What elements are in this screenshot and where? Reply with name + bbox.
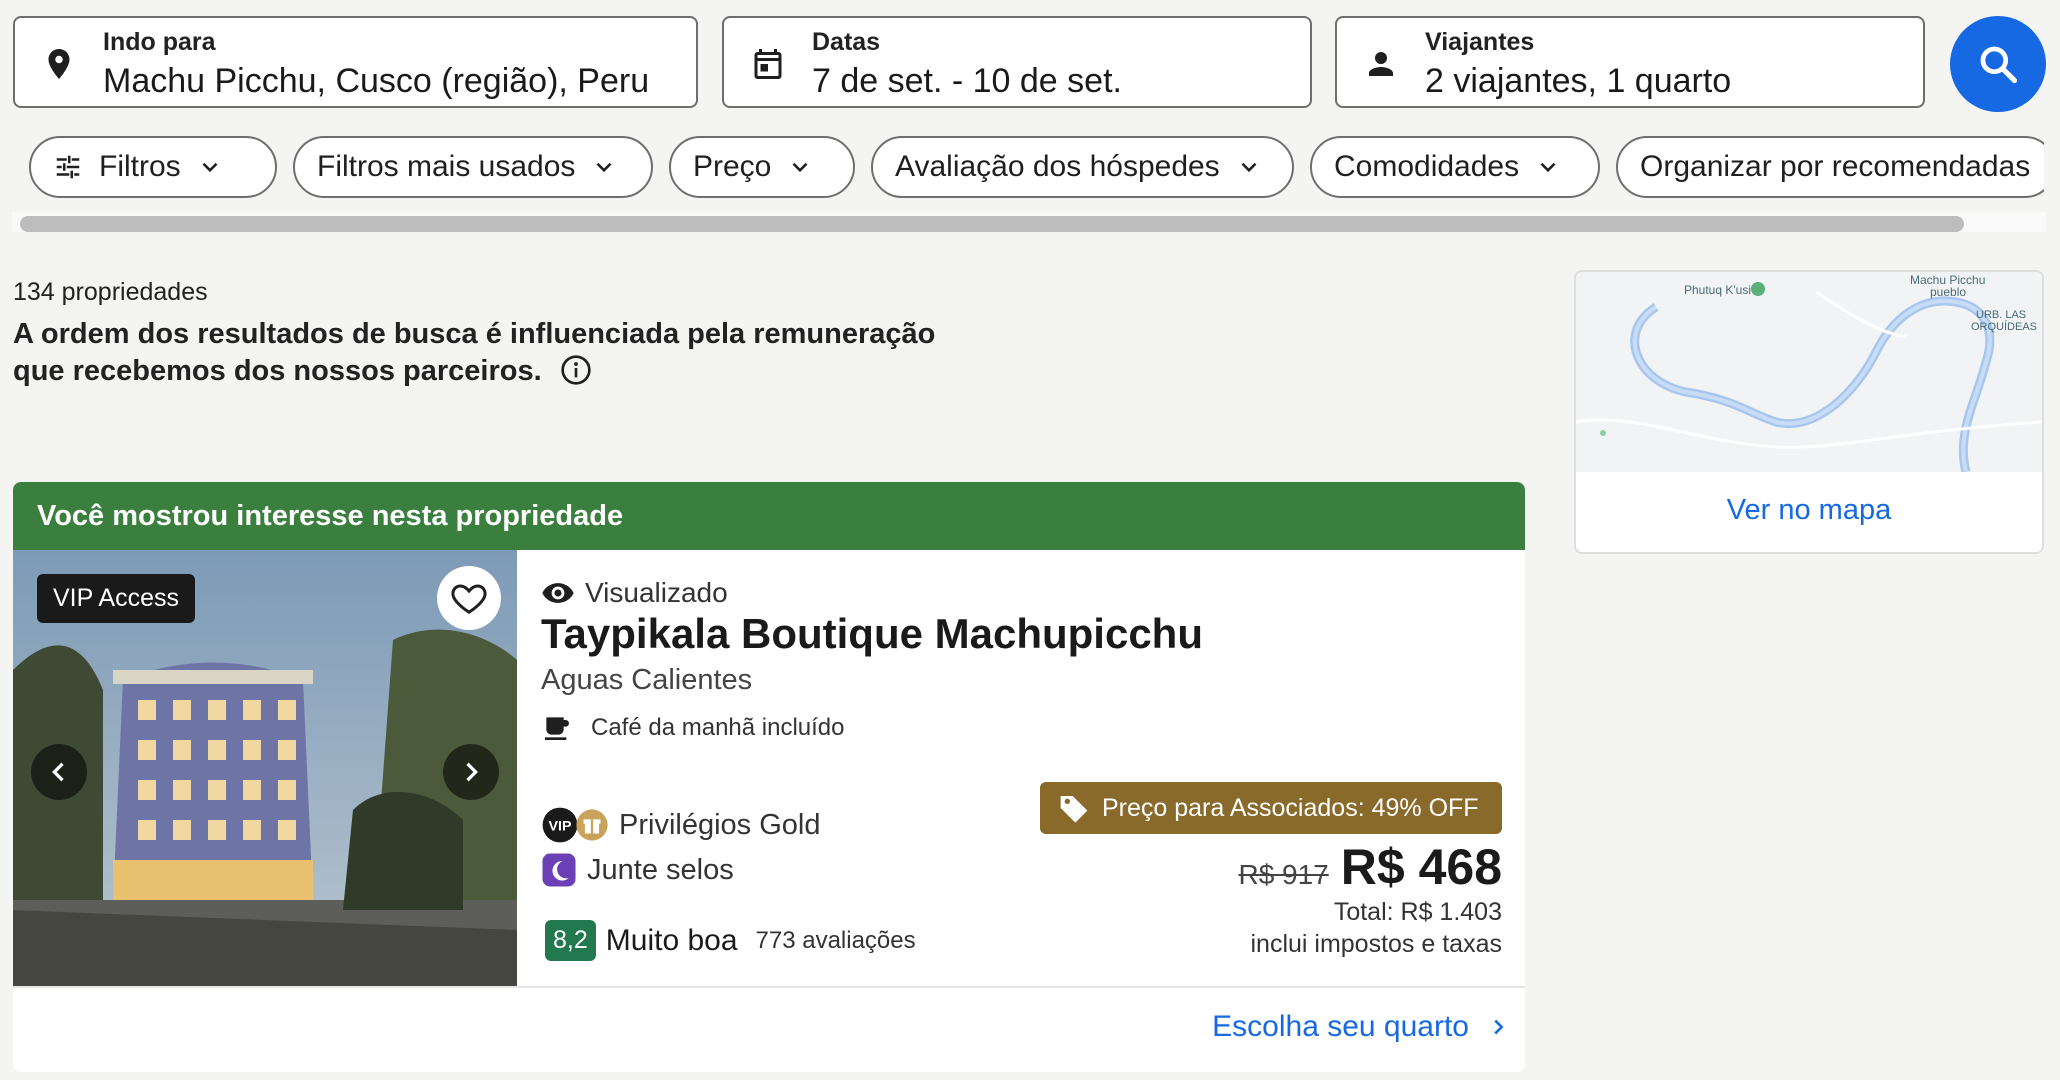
search-icon (1980, 46, 2018, 84)
chevron-down-icon (1241, 162, 1257, 173)
hotel-name[interactable]: Taypikala Boutique Machupicchu (541, 610, 1203, 658)
original-price: R$ 917 (1238, 859, 1329, 890)
filters-chip-label: Filtros (99, 150, 181, 183)
price-chip-label: Preço (693, 150, 772, 183)
info-icon[interactable] (560, 354, 592, 386)
popular-filters-label: Filtros mais usados (317, 150, 576, 183)
property-card[interactable]: Você mostrou interesse nesta propriedade (13, 482, 1525, 1072)
card-divider (13, 986, 1525, 988)
hotel-location: Aguas Calientes (541, 664, 753, 696)
amenities-label: Comodidades (1334, 150, 1520, 183)
popular-filters-chip[interactable]: Filtros mais usados (293, 136, 653, 198)
favorite-button[interactable] (437, 566, 501, 630)
map-card[interactable]: Phutuq K'usi Machu Picchu pueblo URB. LA… (1574, 270, 2044, 554)
price-row: R$ 917 R$ 468 (1238, 838, 1502, 896)
eye-icon (542, 583, 574, 603)
sort-chip[interactable]: Organizar por recomendadas (1616, 136, 2044, 198)
gold-label: Privilégios Gold (619, 808, 821, 841)
search-button[interactable] (1950, 16, 2046, 112)
disclaimer-text: A ordem dos resultados de busca é influe… (13, 318, 936, 387)
amenities-chip[interactable]: Comodidades (1310, 136, 1600, 198)
dates-field[interactable]: Datas 7 de set. - 10 de set. (722, 16, 1312, 108)
taxes-note: inclui impostos e taxas (1250, 930, 1502, 958)
map-preview[interactable]: Phutuq K'usi Machu Picchu pueblo URB. LA… (1576, 272, 2042, 474)
chevron-down-icon (202, 162, 218, 173)
view-on-map-link[interactable]: Ver no mapa (1576, 494, 2042, 527)
gold-privileges: VIP Privilégios Gold (541, 806, 820, 844)
breakfast-label: Café da manhã incluído (591, 714, 845, 741)
calendar-icon (754, 49, 782, 79)
chevron-down-icon (597, 162, 612, 173)
map-label-urb-1: URB. LAS (1976, 309, 2026, 321)
total-price: Total: R$ 1.403 (1333, 898, 1502, 926)
destination-value: Machu Picchu, Cusco (região), Peru (103, 62, 650, 100)
interest-banner: Você mostrou interesse nesta propriedade (13, 482, 1525, 550)
vip-mini-text: VIP (549, 819, 572, 835)
travelers-field[interactable]: Viajantes 2 viajantes, 1 quarto (1335, 16, 1925, 108)
heart-icon (451, 584, 487, 614)
travelers-value: 2 viajantes, 1 quarto (1425, 62, 1732, 100)
collect-stamps: Junte selos (541, 852, 734, 888)
chevron-right-icon (466, 762, 478, 782)
sliders-icon (56, 155, 80, 179)
guest-rating: 8,2 Muito boa 773 avaliações (545, 920, 916, 961)
destination-field[interactable]: Indo para Machu Picchu, Cusco (região), … (13, 16, 698, 108)
viewed-indicator: Visualizado (541, 576, 728, 610)
rating-count[interactable]: 773 avaliações (756, 927, 916, 955)
dates-label: Datas (812, 28, 881, 56)
filter-bar: Filtros Filtros mais usados Preço Avalia… (0, 134, 2044, 202)
previous-photo-button[interactable] (31, 744, 87, 800)
choose-room-link[interactable]: Escolha seu quarto (1212, 1010, 1509, 1044)
rating-label: Muito boa (605, 923, 738, 957)
guest-rating-label: Avaliação dos hóspedes (895, 150, 1220, 183)
gift-icon (576, 809, 608, 841)
chevron-down-icon (792, 162, 808, 173)
chevron-down-icon (1540, 162, 1556, 173)
viewed-label: Visualizado (585, 577, 728, 608)
stamps-label: Junte selos (587, 853, 734, 886)
choose-room-label: Escolha seu quarto (1212, 1010, 1469, 1043)
results-count: 134 propriedades (13, 278, 208, 306)
tag-icon (1060, 796, 1088, 823)
location-pin-icon (48, 49, 70, 79)
map-label-phutuq: Phutuq K'usi (1684, 283, 1751, 297)
chevron-right-icon (1494, 1019, 1504, 1035)
guest-rating-chip[interactable]: Avaliação dos hóspedes (871, 136, 1294, 198)
chevron-left-icon (52, 762, 64, 782)
moon-icon (542, 853, 576, 887)
breakfast-amenity: Café da manhã incluído (541, 712, 845, 744)
next-photo-button[interactable] (443, 744, 499, 800)
sort-label: Organizar por recomendadas (1640, 150, 2031, 183)
travelers-label: Viajantes (1425, 28, 1535, 56)
results-disclaimer: A ordem dos resultados de busca é influe… (13, 316, 953, 390)
coffee-cup-icon (545, 717, 569, 740)
member-price-badge: Preço para Associados: 49% OFF (1040, 782, 1502, 834)
vip-access-badge: VIP Access (37, 574, 195, 623)
price-chip[interactable]: Preço (669, 136, 855, 198)
dates-value: 7 de set. - 10 de set. (812, 62, 1122, 100)
filters-chip[interactable]: Filtros (29, 136, 277, 198)
person-icon (1369, 52, 1393, 76)
destination-label: Indo para (103, 28, 216, 56)
property-photo[interactable]: VIP Access (13, 550, 517, 986)
rating-score: 8,2 (545, 920, 596, 961)
member-price-label: Preço para Associados: 49% OFF (1102, 793, 1479, 822)
map-label-urb-2: ORQUÍDEAS (1971, 320, 2037, 333)
filter-scrollbar-thumb[interactable] (20, 216, 1964, 232)
current-price: R$ 468 (1340, 839, 1502, 895)
vip-icon: VIP (542, 807, 578, 843)
map-label-machu-2: pueblo (1930, 285, 1966, 299)
